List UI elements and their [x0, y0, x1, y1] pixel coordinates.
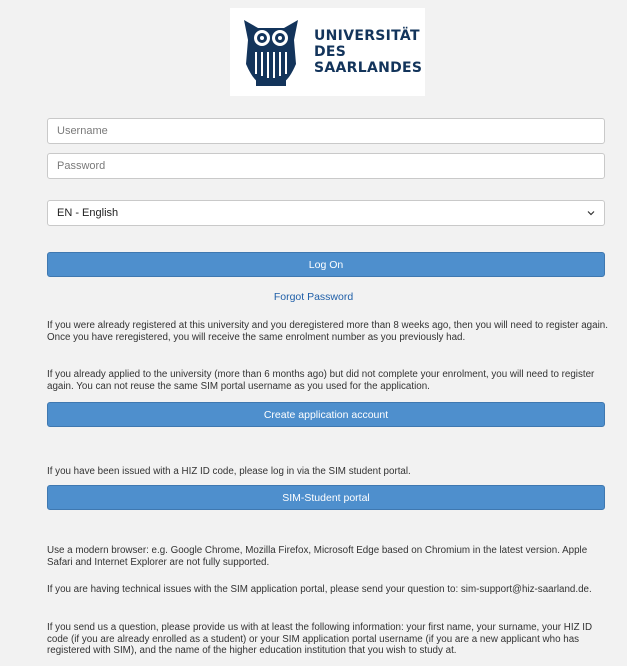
- sim-student-portal-label: SIM-Student portal: [282, 491, 370, 504]
- username-input[interactable]: [47, 118, 605, 144]
- forgot-password-link[interactable]: Forgot Password: [0, 291, 627, 303]
- owl-emblem-icon: [244, 20, 298, 86]
- logo-line-1: UNIVERSITÄT: [314, 28, 420, 44]
- reregister-text: If you were already registered at this u…: [47, 320, 608, 343]
- chevron-down-icon: [587, 211, 595, 216]
- language-select-value: EN - English: [57, 207, 119, 219]
- logo-wordmark: UNIVERSITÄT DES SAARLANDES: [314, 28, 422, 76]
- question-text: If you send us a question, please provid…: [47, 622, 593, 656]
- sim-student-portal-button[interactable]: SIM-Student portal: [47, 485, 605, 510]
- support-text: If you are having technical issues with …: [47, 584, 592, 595]
- browser-text: Use a modern browser: e.g. Google Chrome…: [47, 545, 588, 568]
- language-select[interactable]: EN - English: [47, 200, 605, 226]
- applied-text: If you already applied to the university…: [47, 369, 595, 392]
- login-page: UNIVERSITÄT DES SAARLANDES EN - English …: [0, 0, 627, 666]
- hiz-text: If you have been issued with a HIZ ID co…: [47, 466, 411, 477]
- create-application-account-label: Create application account: [263, 408, 389, 421]
- university-logo: UNIVERSITÄT DES SAARLANDES: [230, 8, 425, 96]
- create-application-account-button[interactable]: Create application account: [47, 402, 605, 427]
- log-on-button[interactable]: Log On: [47, 252, 605, 277]
- password-input[interactable]: [47, 153, 605, 179]
- logo-line-2: DES: [314, 44, 347, 60]
- logo-line-3: SAARLANDES: [314, 60, 423, 76]
- log-on-button-label: Log On: [308, 258, 344, 271]
